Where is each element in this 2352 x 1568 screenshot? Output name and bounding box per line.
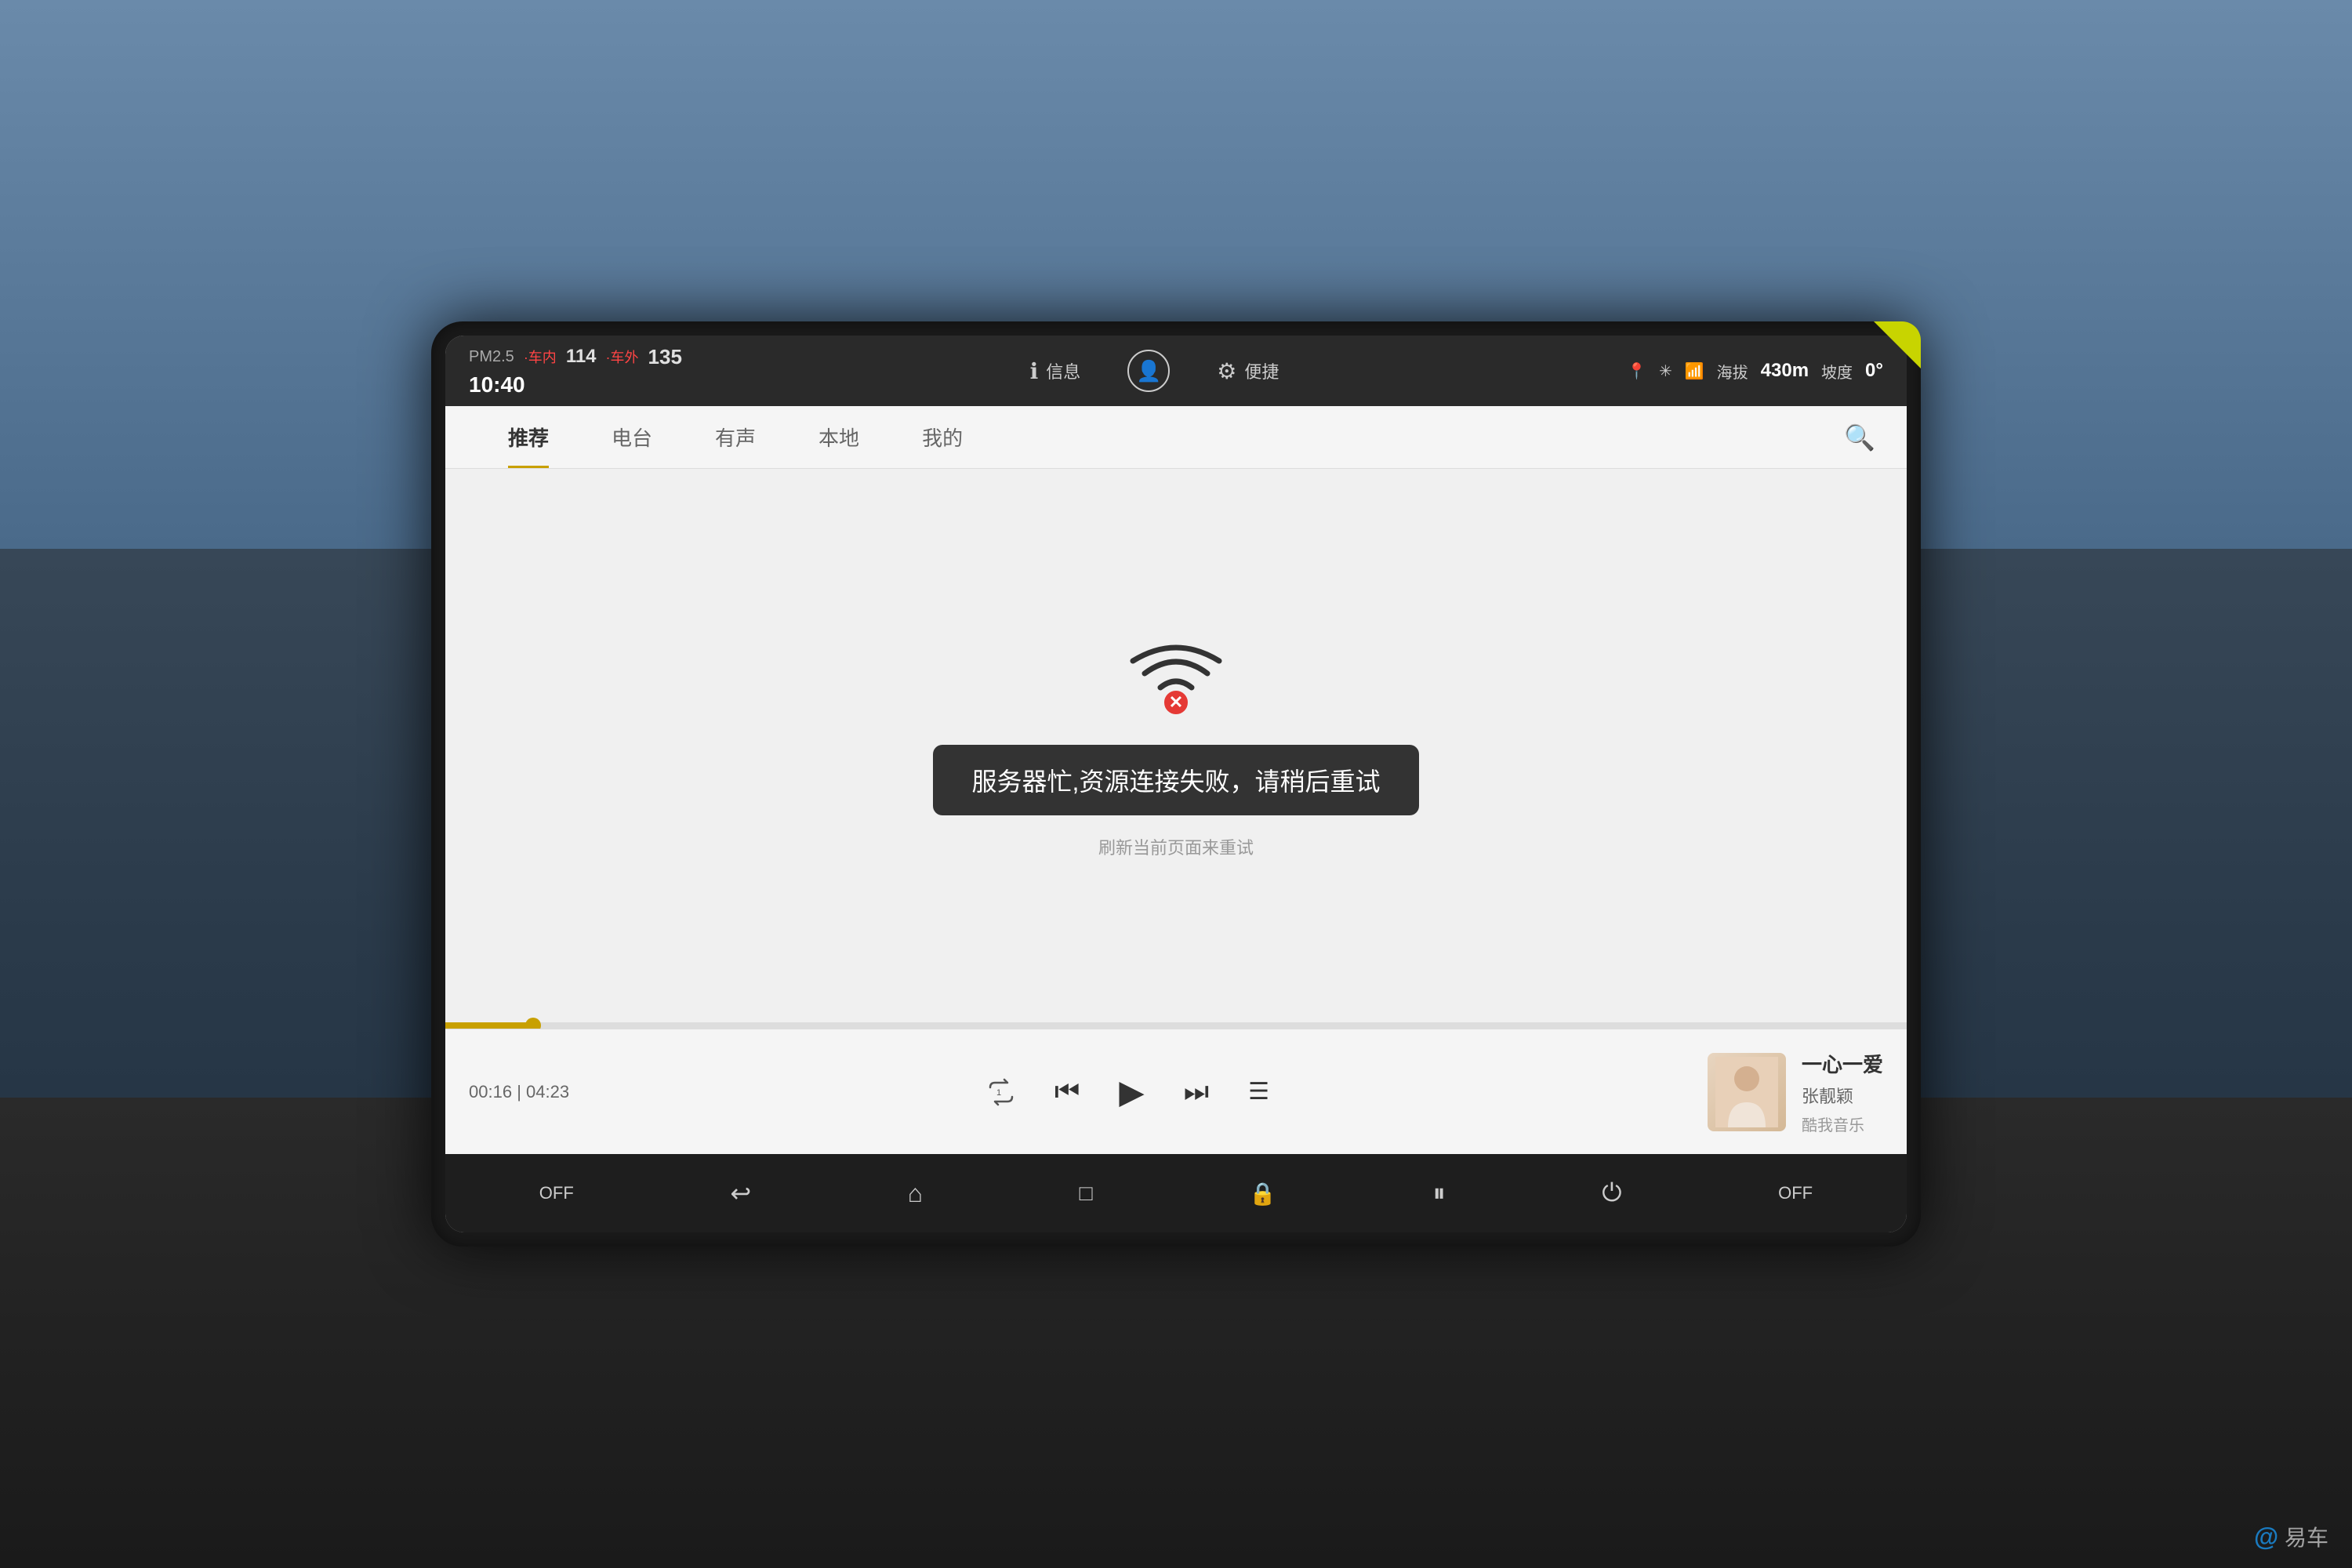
info-icon: ℹ: [1030, 358, 1039, 384]
total-time: 04:23: [526, 1082, 569, 1102]
tab-recommend[interactable]: 推荐: [477, 406, 580, 468]
pm25-label: PM2.5: [469, 348, 514, 366]
retry-hint: 刷新当前页面来重试: [1098, 834, 1254, 859]
slope-value: 0°: [1865, 360, 1883, 382]
error-badge: ✕: [1162, 688, 1190, 717]
bottom-recents-button[interactable]: □: [1064, 1181, 1109, 1206]
info-menu-item[interactable]: ℹ 信息: [1030, 358, 1081, 384]
nav-tabs: 推荐 电台 有声 本地 我的 🔍: [445, 406, 1907, 469]
current-time: 00:16: [469, 1082, 512, 1102]
bottom-off-left[interactable]: OFF: [524, 1183, 590, 1203]
infotainment-screen: PM2.5 ·车内 114 ·车外 135 10:40 ℹ 信息 👤 ⚙: [445, 336, 1907, 1232]
bottom-home-button[interactable]: ⌂: [892, 1179, 938, 1208]
track-artist: 张靓颖: [1802, 1083, 1883, 1108]
error-message-box: 服务器忙,资源连接失败，请稍后重试: [933, 745, 1420, 815]
svg-text:1: 1: [996, 1088, 1001, 1098]
altitude-label: 海拔: [1717, 360, 1748, 383]
search-button[interactable]: 🔍: [1844, 423, 1875, 452]
previous-button[interactable]: ⏮: [1054, 1075, 1080, 1109]
playlist-button[interactable]: ☰: [1248, 1078, 1269, 1105]
interior-dot: ·车内: [524, 347, 557, 367]
player-bar: 00:16 | 04:23 1 ⏮ ▶ ⏭ ☰: [445, 1029, 1907, 1154]
next-button[interactable]: ⏭: [1184, 1075, 1209, 1109]
interior-value: 114: [566, 346, 597, 368]
status-right: 📍 ✳ 📶 海拔 430m 坡度 0°: [1627, 360, 1883, 383]
status-bar: PM2.5 ·车内 114 ·车外 135 10:40 ℹ 信息 👤 ⚙: [445, 336, 1907, 406]
recents-icon: □: [1080, 1181, 1093, 1206]
repeat-icon: 1: [987, 1078, 1015, 1106]
user-avatar-icon[interactable]: 👤: [1127, 350, 1170, 392]
bluetooth-icon: ✳: [1659, 361, 1672, 381]
tab-audio[interactable]: 有声: [684, 406, 787, 468]
lock-icon: 🔒: [1249, 1181, 1276, 1207]
wifi-error-icon: ✕: [1129, 638, 1223, 717]
bottom-back-button[interactable]: ↩: [714, 1178, 767, 1208]
convenience-menu-item[interactable]: ⚙ 便捷: [1217, 358, 1279, 384]
progress-fill: [445, 1022, 533, 1029]
slope-label: 坡度: [1821, 360, 1853, 383]
artist-thumbnail: [1715, 1057, 1778, 1127]
progress-bar-area[interactable]: [445, 1022, 1907, 1029]
convenience-label: 便捷: [1244, 358, 1279, 383]
player-time: 00:16 | 04:23: [469, 1082, 569, 1102]
player-track-info: 一心一爱 张靓颖 酷我音乐: [1664, 1049, 1883, 1135]
tab-radio[interactable]: 电台: [580, 406, 684, 468]
track-source: 酷我音乐: [1802, 1112, 1883, 1135]
altitude-value: 430m: [1761, 360, 1809, 382]
signal-icon: 📶: [1685, 361, 1704, 381]
error-message-text: 服务器忙,资源连接失败，请稍后重试: [972, 768, 1381, 796]
pause-icon: ⏸: [1433, 1178, 1446, 1208]
home-icon: ⌂: [908, 1179, 923, 1208]
power-icon: ⏻: [1602, 1178, 1621, 1208]
bottom-pause-button[interactable]: ⏸: [1417, 1178, 1461, 1208]
back-icon: ↩: [730, 1178, 751, 1208]
wifi-error-container: ✕: [1129, 638, 1223, 717]
track-title: 一心一爱: [1802, 1049, 1883, 1078]
info-label: 信息: [1046, 358, 1080, 383]
location-icon: 📍: [1627, 361, 1646, 381]
bottom-off-left-label: OFF: [539, 1183, 574, 1203]
watermark: @ 易车: [2254, 1521, 2328, 1552]
exterior-dot: ·车外: [606, 347, 639, 367]
track-thumbnail: [1708, 1053, 1786, 1131]
track-meta: 一心一爱 张靓颖 酷我音乐: [1802, 1049, 1883, 1135]
user-icon: 👤: [1136, 359, 1161, 383]
tab-local[interactable]: 本地: [787, 406, 891, 468]
bottom-power-button[interactable]: ⏻: [1586, 1178, 1637, 1208]
exterior-value: 135: [648, 345, 682, 369]
watermark-text: 易车: [2285, 1526, 2328, 1550]
bottom-off-right-label: OFF: [1778, 1183, 1813, 1203]
screen-bezel: PM2.5 ·车内 114 ·车外 135 10:40 ℹ 信息 👤 ⚙: [431, 321, 1921, 1247]
status-left: PM2.5 ·车内 114 ·车外 135 10:40: [469, 345, 682, 397]
bottom-nav: OFF ↩ ⌂ □ 🔒 ⏸ ⏻ OFF: [445, 1154, 1907, 1232]
bottom-lock-button[interactable]: 🔒: [1233, 1181, 1292, 1207]
play-button[interactable]: ▶: [1119, 1073, 1144, 1111]
status-center: ℹ 信息 👤 ⚙ 便捷: [682, 350, 1627, 392]
clock: 10:40: [469, 372, 682, 397]
main-content: ✕ 服务器忙,资源连接失败，请稍后重试 刷新当前页面来重试: [445, 469, 1907, 1029]
time-separator: |: [517, 1082, 526, 1102]
gear-icon: ⚙: [1217, 358, 1236, 384]
tab-mine[interactable]: 我的: [891, 406, 994, 468]
bottom-off-right[interactable]: OFF: [1762, 1183, 1828, 1203]
pm-row: PM2.5 ·车内 114 ·车外 135: [469, 345, 682, 369]
repeat-button[interactable]: 1: [987, 1078, 1015, 1106]
player-controls: 1 ⏮ ▶ ⏭ ☰: [593, 1073, 1664, 1111]
